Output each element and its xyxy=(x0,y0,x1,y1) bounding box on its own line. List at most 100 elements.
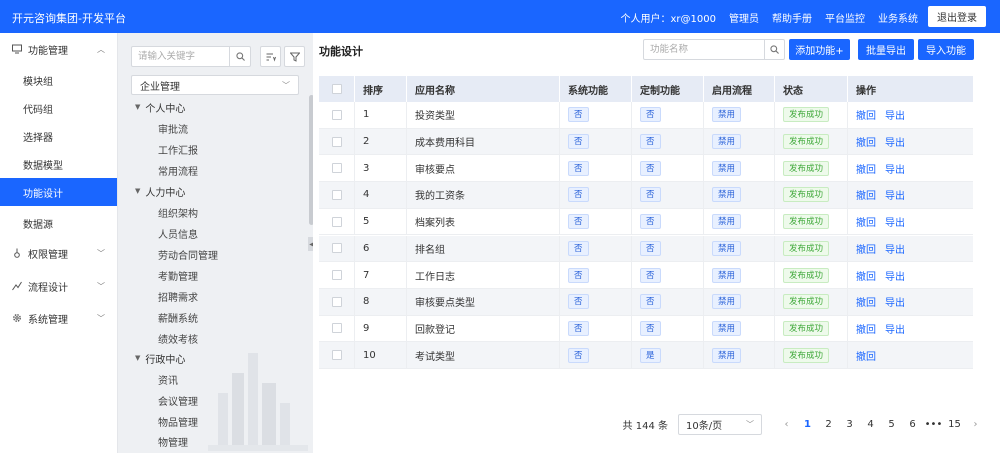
row-checkbox[interactable] xyxy=(331,189,342,200)
tree-item[interactable]: 劳动合同管理 xyxy=(158,244,218,264)
row-action-export-link[interactable]: 导出 xyxy=(885,161,905,176)
tree-search-input[interactable] xyxy=(132,47,230,66)
flow-status-tag: 禁用 xyxy=(712,347,742,363)
tree-item[interactable]: 物管理 xyxy=(158,431,188,451)
row-checkbox[interactable] xyxy=(331,270,342,281)
row-action-export-link[interactable]: 导出 xyxy=(885,241,905,256)
prev-page-icon[interactable]: ‹ xyxy=(776,419,797,430)
tree-group-admin-center[interactable]: ▼ 行政中心 xyxy=(135,348,185,368)
row-action-export-link[interactable]: 导出 xyxy=(885,294,905,309)
col-order[interactable]: 排序 xyxy=(355,76,407,102)
row-action-export-link[interactable]: 导出 xyxy=(885,214,905,229)
add-function-button[interactable]: 添加功能+ xyxy=(789,39,850,60)
sidebar-item-module-group[interactable]: 模块组 xyxy=(0,66,117,94)
tree-item[interactable]: 组织架构 xyxy=(158,202,198,222)
row-action-withdraw-link[interactable]: 撤回 xyxy=(856,134,876,149)
page-number[interactable]: 2 xyxy=(818,419,839,430)
logout-button[interactable]: 退出登录 xyxy=(928,6,986,27)
col-enable-flow[interactable]: 启用流程 xyxy=(704,76,775,102)
flow-status-tag: 禁用 xyxy=(712,107,742,123)
filter-icon[interactable] xyxy=(284,46,305,67)
menu-flow-design[interactable]: 流程设计 ﹀ xyxy=(0,272,117,300)
row-action-export-link[interactable]: 导出 xyxy=(885,107,905,122)
row-action-withdraw-link[interactable]: 撤回 xyxy=(856,107,876,122)
row-checkbox[interactable] xyxy=(331,163,342,174)
tree-item[interactable]: 考勤管理 xyxy=(158,265,198,285)
custom-function-tag: 否 xyxy=(640,240,661,256)
tree-item[interactable]: 工作汇报 xyxy=(158,139,198,159)
row-action-export-link[interactable]: 导出 xyxy=(885,268,905,283)
import-function-button[interactable]: 导入功能 xyxy=(918,39,974,60)
more-pages-icon[interactable]: ••• xyxy=(923,419,944,430)
nav-help-manual[interactable]: 帮助手册 xyxy=(772,10,812,25)
next-page-icon[interactable]: › xyxy=(965,419,986,430)
row-action-withdraw-link[interactable]: 撤回 xyxy=(856,268,876,283)
row-action-export-link[interactable]: 导出 xyxy=(885,134,905,149)
sidebar-item-function-design[interactable]: 功能设计 xyxy=(0,178,117,206)
cell-app-name: 排名组 xyxy=(407,235,560,262)
sidebar-item-code-group[interactable]: 代码组 xyxy=(0,94,117,122)
menu-function-management[interactable]: 功能管理 ︿ xyxy=(0,35,117,63)
tree-item[interactable]: 绩效考核 xyxy=(158,328,198,348)
cell-app-name: 成本费用科目 xyxy=(407,128,560,155)
row-action-withdraw-link[interactable]: 撤回 xyxy=(856,321,876,336)
sidebar-item-data-model[interactable]: 数据模型 xyxy=(0,150,117,178)
row-action-withdraw-link[interactable]: 撤回 xyxy=(856,214,876,229)
select-all-checkbox[interactable] xyxy=(331,84,342,94)
search-icon[interactable] xyxy=(764,40,784,59)
menu-system-management[interactable]: 系统管理 ﹀ xyxy=(0,304,117,332)
col-system-function[interactable]: 系统功能 xyxy=(560,76,632,102)
row-checkbox[interactable] xyxy=(331,136,342,147)
row-checkbox[interactable] xyxy=(331,109,342,120)
page-number[interactable]: 15 xyxy=(944,419,965,430)
sidebar-item-selector[interactable]: 选择器 xyxy=(0,122,117,150)
col-custom-function[interactable]: 定制功能 xyxy=(632,76,704,102)
col-app-name[interactable]: 应用名称 xyxy=(407,76,560,102)
tree-item[interactable]: 常用流程 xyxy=(158,160,198,180)
tree-group-personal-center[interactable]: ▼ 个人中心 xyxy=(135,97,185,117)
page-number[interactable]: 3 xyxy=(839,419,860,430)
status-badge: 发布成功 xyxy=(783,160,830,176)
flow-status-tag: 禁用 xyxy=(712,187,742,203)
row-action-withdraw-link[interactable]: 撤回 xyxy=(856,241,876,256)
tree-item[interactable]: 招聘需求 xyxy=(158,286,198,306)
tree-item[interactable]: 会议管理 xyxy=(158,390,198,410)
tree-item[interactable]: 薪酬系统 xyxy=(158,307,198,327)
page-number[interactable]: 5 xyxy=(881,419,902,430)
row-action-export-link[interactable]: 导出 xyxy=(885,321,905,336)
batch-export-button[interactable]: 批量导出 xyxy=(858,39,914,60)
cell-order: 6 xyxy=(355,235,407,262)
tree-item[interactable]: 物品管理 xyxy=(158,411,198,431)
page-number[interactable]: 4 xyxy=(860,419,881,430)
row-checkbox[interactable] xyxy=(331,323,342,334)
tree-item[interactable]: 人员信息 xyxy=(158,223,198,243)
row-action-withdraw-link[interactable]: 撤回 xyxy=(856,348,876,363)
page-number[interactable]: 6 xyxy=(902,419,923,430)
cell-app-name: 考试类型 xyxy=(407,342,560,368)
page-size-select[interactable]: 10条/页 ﹀ xyxy=(678,414,762,435)
tree-group-hr-center[interactable]: ▼ 人力中心 xyxy=(135,181,185,201)
tree-item[interactable]: 审批流 xyxy=(158,118,188,138)
row-action-withdraw-link[interactable]: 撤回 xyxy=(856,294,876,309)
nav-platform-monitor[interactable]: 平台监控 xyxy=(825,10,865,25)
row-checkbox[interactable] xyxy=(331,216,342,227)
row-checkbox[interactable] xyxy=(331,296,342,307)
row-action-withdraw-link[interactable]: 撤回 xyxy=(856,161,876,176)
nav-business-system[interactable]: 业务系统 xyxy=(878,10,918,25)
tree-item[interactable]: 资讯 xyxy=(158,369,178,389)
sidebar-item-data-source[interactable]: 数据源 xyxy=(0,209,117,237)
system-function-tag: 否 xyxy=(568,347,589,363)
page-number[interactable]: 1 xyxy=(797,419,818,430)
col-status[interactable]: 状态 xyxy=(775,76,848,102)
search-icon[interactable] xyxy=(229,47,250,66)
nav-admin[interactable]: 管理员 xyxy=(729,10,759,25)
sort-icon[interactable] xyxy=(260,46,281,67)
function-search-input[interactable] xyxy=(644,40,764,59)
row-action-withdraw-link[interactable]: 撤回 xyxy=(856,187,876,202)
row-checkbox[interactable] xyxy=(331,243,342,254)
org-select[interactable]: 企业管理 ﹀ xyxy=(131,75,299,95)
flow-icon xyxy=(12,281,22,291)
row-checkbox[interactable] xyxy=(331,350,342,361)
row-action-export-link[interactable]: 导出 xyxy=(885,187,905,202)
menu-permission-management[interactable]: 权限管理 ﹀ xyxy=(0,239,117,267)
